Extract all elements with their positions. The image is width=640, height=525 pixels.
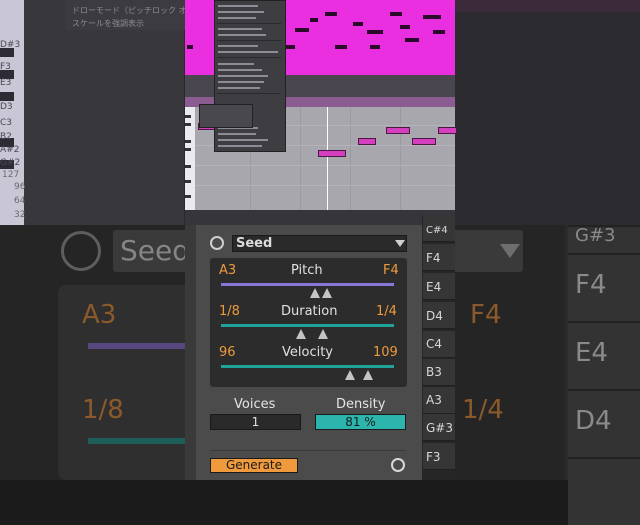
note-label: G#3 xyxy=(426,421,453,435)
divider xyxy=(210,450,406,451)
note-label: F3 xyxy=(426,450,441,464)
generate-button[interactable]: Generate xyxy=(210,458,298,473)
bg-vel-tick: 127 xyxy=(2,170,20,180)
midi-note[interactable] xyxy=(358,138,376,145)
pitch-title: Pitch xyxy=(291,263,323,278)
bg-note: E4 xyxy=(575,338,608,368)
pitch-min: A3 xyxy=(219,263,237,278)
pitch-max: F4 xyxy=(383,263,399,278)
bg-key-label: D3 xyxy=(0,102,13,112)
bg-vel-tick: 32 xyxy=(14,210,26,220)
note-label: D4 xyxy=(426,309,443,323)
midi-note[interactable] xyxy=(412,138,436,145)
velocity-max: 109 xyxy=(373,345,398,360)
regenerate-icon[interactable] xyxy=(391,458,405,472)
bg-key-label: F3 xyxy=(0,62,11,72)
midi-note[interactable] xyxy=(438,127,457,134)
note-label: B3 xyxy=(426,365,442,379)
bg-key-label: A#2 xyxy=(0,145,20,155)
bg-menu-item: ドローモード（ピッチロック オン） xyxy=(72,6,203,15)
density-number-box[interactable]: 81 % xyxy=(315,414,406,430)
bg-note: F4 xyxy=(575,270,607,300)
voices-number-box[interactable]: 1 xyxy=(210,414,301,430)
bg-key-label: B2 xyxy=(0,132,12,142)
bg-note: D4 xyxy=(575,406,612,436)
bg-key-label: E3 xyxy=(0,78,12,88)
bg-key-label: D#3 xyxy=(0,40,21,50)
bg-chevron-down-icon xyxy=(500,244,520,258)
background-grid xyxy=(24,0,184,225)
bg-pitch-max: F4 xyxy=(470,300,502,330)
chevron-down-icon[interactable] xyxy=(395,240,405,247)
velocity-lane[interactable] xyxy=(185,210,455,225)
bg-key-label: C3 xyxy=(0,118,13,128)
midi-note[interactable] xyxy=(386,127,410,134)
context-submenu[interactable] xyxy=(199,104,253,128)
note-label: A3 xyxy=(426,393,442,407)
note-label: C4 xyxy=(426,337,443,351)
duration-min: 1/8 xyxy=(219,304,240,319)
bg-vel-tick: 64 xyxy=(14,196,26,206)
duration-range-bar[interactable] xyxy=(221,324,394,327)
note-label: F4 xyxy=(426,251,441,265)
velocity-max-handle[interactable] xyxy=(363,370,373,380)
context-menu[interactable] xyxy=(214,0,286,152)
pitch-min-handle[interactable] xyxy=(310,288,320,298)
duration-title: Duration xyxy=(281,304,338,319)
background-right-clip xyxy=(455,0,640,12)
bg-menu-item: スケールを強調表示 xyxy=(72,19,144,28)
bg-refresh-icon xyxy=(61,231,101,271)
duration-max-handle[interactable] xyxy=(318,329,328,339)
duration-max: 1/4 xyxy=(376,304,397,319)
pitch-max-handle[interactable] xyxy=(322,288,332,298)
refresh-icon[interactable] xyxy=(210,236,224,250)
bg-pitch-min: A3 xyxy=(82,300,117,330)
midi-note[interactable] xyxy=(318,150,346,157)
seed-select-label: Seed xyxy=(236,236,273,251)
density-label: Density xyxy=(336,397,386,412)
bg-vel-tick: 96 xyxy=(14,182,26,192)
velocity-min: 96 xyxy=(219,345,236,360)
note-label: E4 xyxy=(426,280,442,294)
bg-key-label: G#2 xyxy=(0,158,21,168)
bg-seed-label: Seed xyxy=(120,234,190,267)
pitch-range-bar[interactable] xyxy=(221,283,394,286)
bg-duration-max: 1/4 xyxy=(462,395,504,425)
note-label: C#4 xyxy=(426,225,448,236)
velocity-min-handle[interactable] xyxy=(345,370,355,380)
voices-label: Voices xyxy=(234,397,276,412)
velocity-title: Velocity xyxy=(282,345,333,360)
bg-note: G#3 xyxy=(575,225,616,246)
playhead xyxy=(327,107,328,210)
velocity-range-bar[interactable] xyxy=(221,365,394,368)
duration-min-handle[interactable] xyxy=(296,329,306,339)
bg-duration-min: 1/8 xyxy=(82,395,124,425)
device-left-edge xyxy=(185,225,196,480)
background-right-area xyxy=(455,12,640,225)
